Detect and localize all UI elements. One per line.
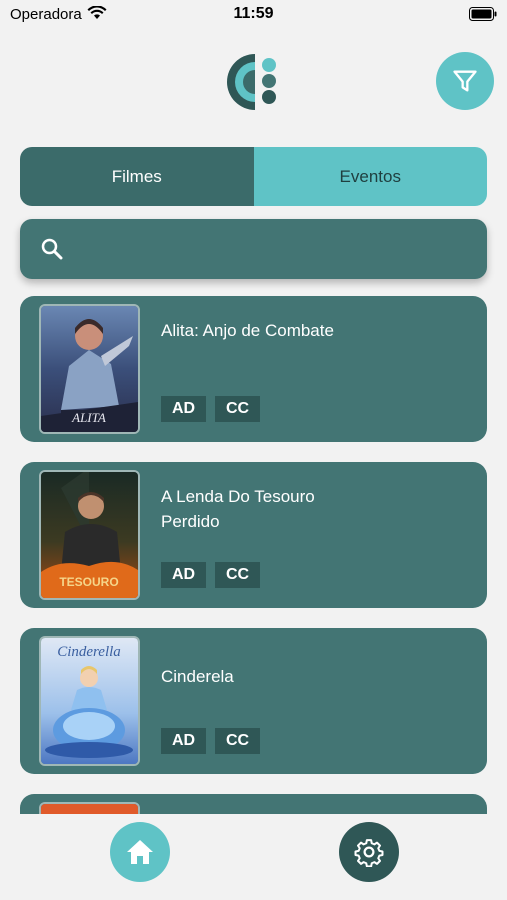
audio-description-badge: AD — [161, 396, 206, 422]
tab-filmes[interactable]: Filmes — [20, 147, 254, 206]
filter-button[interactable] — [436, 52, 494, 110]
gear-icon — [354, 839, 384, 867]
home-button[interactable] — [110, 822, 170, 882]
movie-card[interactable]: TESOURO A Lenda Do Tesouro Perdido AD CC — [20, 462, 487, 608]
settings-button[interactable] — [339, 822, 399, 882]
battery-icon — [469, 7, 497, 21]
svg-text:TESOURO: TESOURO — [59, 575, 118, 589]
movie-poster: TESOURO — [39, 470, 140, 600]
segmented-tabs: Filmes Eventos — [20, 147, 487, 206]
closed-caption-badge: CC — [215, 728, 260, 754]
home-icon — [127, 840, 153, 864]
app-logo — [227, 54, 276, 110]
tab-eventos[interactable]: Eventos — [253, 147, 487, 206]
audio-description-badge: AD — [161, 728, 206, 754]
movie-poster: Cinderella — [39, 636, 140, 766]
movie-card[interactable]: Cinderella Cinderela AD CC — [20, 628, 487, 774]
clock: 11:59 — [233, 5, 274, 22]
movie-title: A Lenda Do Tesouro Perdido — [161, 487, 315, 531]
audio-description-badge: AD — [161, 562, 206, 588]
search-icon — [41, 238, 63, 260]
accessibility-badges: AD CC — [161, 728, 260, 754]
movie-title: Alita: Anjo de Combate — [161, 321, 334, 340]
movie-card[interactable] — [20, 794, 487, 814]
movie-title: Cinderela — [161, 667, 234, 686]
search-input[interactable] — [80, 229, 474, 271]
closed-caption-badge: CC — [215, 396, 260, 422]
accessibility-badges: AD CC — [161, 562, 260, 588]
search-bar[interactable] — [20, 219, 487, 279]
movie-card[interactable]: ALITA Alita: Anjo de Combate AD CC — [20, 296, 487, 442]
status-bar: Operadora 11:59 — [0, 0, 507, 30]
accessibility-badges: AD CC — [161, 396, 260, 422]
movie-poster: ALITA — [39, 304, 140, 434]
movie-poster — [39, 802, 140, 814]
filter-icon — [453, 70, 477, 92]
closed-caption-badge: CC — [215, 562, 260, 588]
movie-list: ALITA Alita: Anjo de Combate AD CC TESOU… — [20, 296, 487, 814]
svg-text:Cinderella: Cinderella — [57, 644, 121, 660]
svg-text:ALITA: ALITA — [71, 410, 106, 425]
